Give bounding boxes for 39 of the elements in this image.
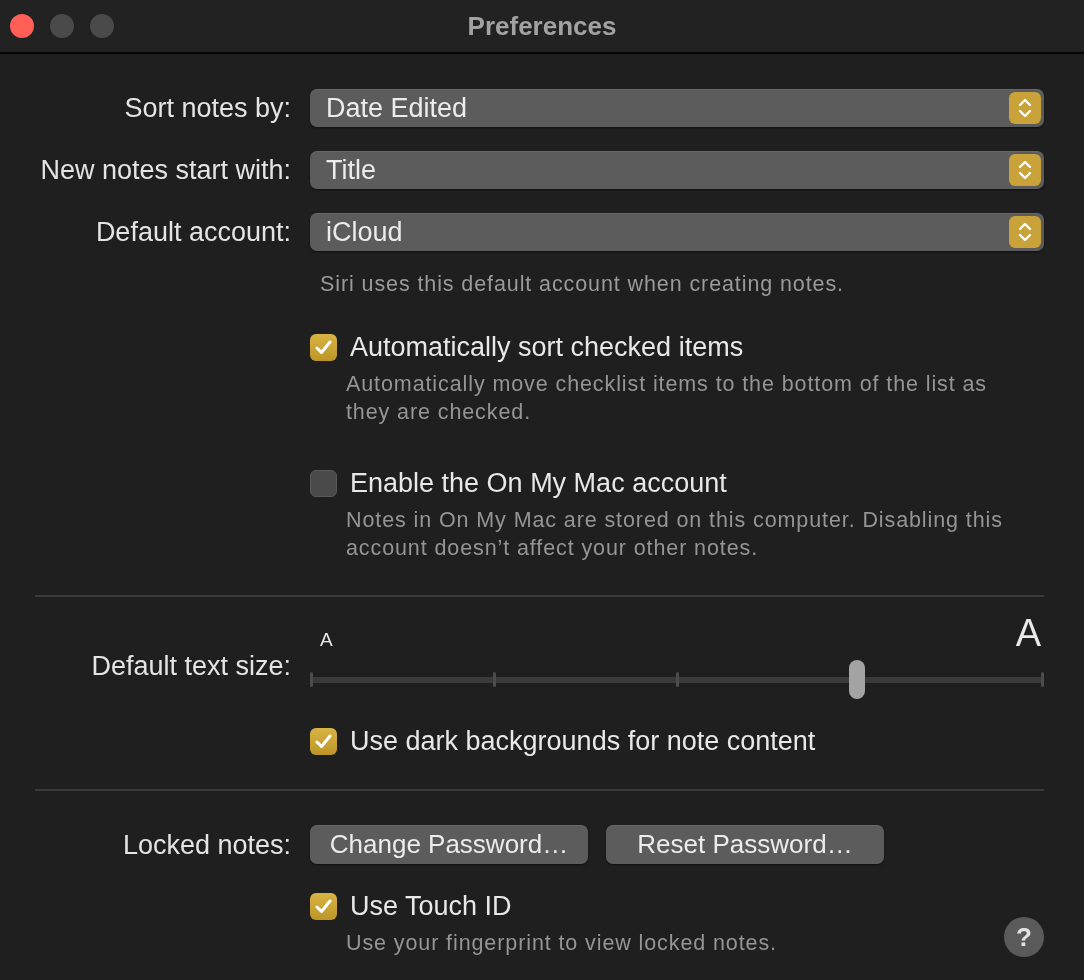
up-down-chevrons-icon: [1009, 154, 1041, 186]
help-button[interactable]: ?: [1004, 917, 1044, 957]
checkbox[interactable]: [310, 469, 337, 497]
checkbox[interactable]: [310, 727, 337, 755]
close-button[interactable]: [10, 14, 34, 38]
field-label: New notes start with:: [39, 154, 291, 186]
popup-button[interactable]: iCloud: [310, 213, 1044, 251]
checkbox-label: Use dark backgrounds for note content: [350, 725, 816, 757]
up-down-chevrons-icon: [1009, 216, 1041, 248]
tick-mark: [675, 672, 679, 687]
up-down-chevrons-icon: [1009, 92, 1041, 124]
window-title: Preferences: [467, 10, 617, 42]
field-label: Default text size:: [90, 650, 291, 682]
tick-mark: [492, 672, 496, 687]
small-size-marker: A: [320, 630, 333, 649]
slider-thumb[interactable]: [848, 660, 865, 699]
checkmark-icon: [315, 898, 332, 914]
option-description: Use your fingerprint to view locked notes.: [346, 930, 777, 957]
checkbox[interactable]: [310, 333, 337, 361]
checkmark-icon: [315, 339, 332, 355]
password-button[interactable]: Change Password…: [310, 825, 588, 864]
password-button[interactable]: Reset Password…: [606, 825, 884, 864]
field-label: Sort notes by:: [123, 92, 291, 124]
tick-mark: [1041, 672, 1044, 687]
popup-button[interactable]: Title: [310, 151, 1044, 189]
checkbox-label: Automatically sort checked items: [350, 331, 744, 363]
tick-mark: [310, 672, 313, 687]
field-label: Default account:: [94, 216, 291, 248]
slider-track[interactable]: [310, 660, 1044, 700]
popup-button[interactable]: Date Edited: [310, 89, 1044, 127]
option-description: Automatically move checklist items to the bottom of the list as they are checked.: [346, 371, 989, 426]
option-description: Notes in On My Mac are stored on this computer. Disabling this account doesn’t affect your other notes.: [346, 507, 1004, 562]
checkmark-icon: [315, 733, 332, 749]
checkbox-label: Enable the On My Mac account: [350, 467, 727, 499]
checkbox[interactable]: [310, 892, 337, 920]
field-note: Siri uses this default account when creating notes.: [320, 271, 845, 298]
large-size-marker: A: [1015, 614, 1041, 652]
field-label: Locked notes:: [121, 828, 291, 861]
checkbox-label: Use Touch ID: [350, 890, 512, 922]
